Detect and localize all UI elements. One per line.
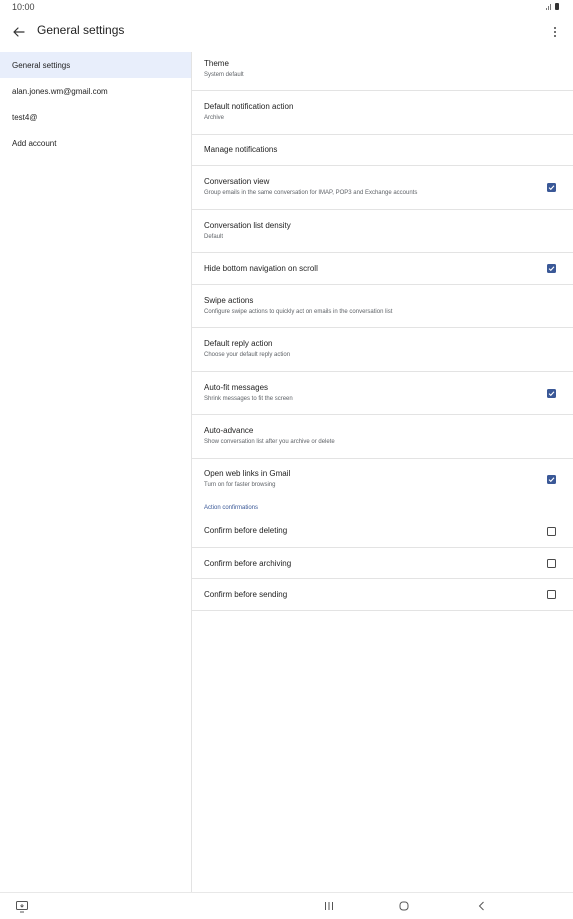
system-nav-bar bbox=[0, 892, 573, 919]
screenshot-button[interactable] bbox=[14, 899, 30, 913]
section-header-action-confirmations: Action confirmations bbox=[192, 502, 573, 516]
battery-icon bbox=[555, 3, 559, 10]
setting-confirm-sending[interactable]: Confirm before sending bbox=[192, 579, 573, 611]
setting-subtitle: Configure swipe actions to quickly act o… bbox=[204, 309, 393, 315]
setting-title: Default notification action bbox=[204, 102, 294, 111]
check-icon bbox=[548, 391, 555, 397]
home-icon bbox=[399, 901, 409, 911]
setting-subtitle: Archive bbox=[204, 115, 225, 121]
setting-swipe-actions[interactable]: Swipe actions Configure swipe actions to… bbox=[192, 285, 573, 328]
signal-icon bbox=[546, 4, 551, 10]
setting-default-reply-action[interactable]: Default reply action Choose your default… bbox=[192, 328, 573, 372]
setting-auto-advance[interactable]: Auto-advance Show conversation list afte… bbox=[192, 415, 573, 459]
setting-title: Manage notifications bbox=[204, 145, 278, 154]
back-nav-button[interactable] bbox=[474, 899, 490, 913]
auto-fit-messages-checkbox[interactable] bbox=[547, 389, 556, 398]
setting-hide-bottom-navigation[interactable]: Hide bottom navigation on scroll bbox=[192, 253, 573, 285]
setting-open-web-links[interactable]: Open web links in Gmail Turn on for fast… bbox=[192, 459, 573, 502]
sidebar-item-label: test4@ bbox=[12, 112, 38, 122]
sidebar: General settings alan.jones.wm@gmail.com… bbox=[0, 52, 192, 892]
setting-subtitle: Choose your default reply action bbox=[204, 352, 291, 358]
more-options-button[interactable] bbox=[549, 22, 561, 42]
setting-subtitle: System default bbox=[204, 72, 244, 78]
more-vert-icon bbox=[554, 27, 556, 29]
arrow-back-icon bbox=[13, 27, 25, 37]
check-icon bbox=[548, 477, 555, 483]
setting-title: Auto-advance bbox=[204, 426, 254, 435]
setting-manage-notifications[interactable]: Manage notifications bbox=[192, 135, 573, 166]
setting-conversation-list-density[interactable]: Conversation list density Default bbox=[192, 210, 573, 253]
screenshot-icon bbox=[16, 900, 28, 912]
sidebar-item-label: Add account bbox=[12, 138, 57, 148]
setting-title: Conversation view bbox=[204, 177, 270, 186]
setting-subtitle: Default bbox=[204, 234, 224, 240]
sidebar-item-general-settings[interactable]: General settings bbox=[0, 52, 191, 78]
recent-apps-button[interactable] bbox=[321, 899, 337, 913]
status-time: 10:00 bbox=[12, 2, 35, 12]
status-icons bbox=[546, 3, 559, 10]
settings-list: Theme System default Default notificatio… bbox=[192, 52, 573, 611]
setting-title: Confirm before deleting bbox=[204, 526, 288, 535]
sidebar-item-label: alan.jones.wm@gmail.com bbox=[12, 86, 108, 96]
hide-bottom-navigation-checkbox[interactable] bbox=[547, 264, 556, 273]
check-icon bbox=[548, 185, 555, 191]
home-button[interactable] bbox=[396, 899, 412, 913]
sidebar-item-add-account[interactable]: Add account bbox=[0, 130, 191, 156]
recent-apps-icon bbox=[325, 902, 333, 910]
setting-title: Conversation list density bbox=[204, 221, 291, 230]
confirm-sending-checkbox[interactable] bbox=[547, 590, 556, 599]
sidebar-item-account-alan[interactable]: alan.jones.wm@gmail.com bbox=[0, 78, 191, 104]
status-bar: 10:00 bbox=[0, 0, 573, 16]
page-title: General settings bbox=[37, 23, 125, 37]
setting-title: Default reply action bbox=[204, 339, 273, 348]
setting-title: Swipe actions bbox=[204, 296, 254, 305]
check-icon bbox=[548, 266, 555, 272]
setting-title: Hide bottom navigation on scroll bbox=[204, 264, 318, 273]
app-bar: General settings bbox=[0, 16, 573, 46]
setting-title: Confirm before sending bbox=[204, 590, 288, 599]
setting-confirm-deleting[interactable]: Confirm before deleting bbox=[192, 516, 573, 548]
confirm-archiving-checkbox[interactable] bbox=[547, 559, 556, 568]
setting-title: Theme bbox=[204, 59, 229, 68]
setting-confirm-archiving[interactable]: Confirm before archiving bbox=[192, 548, 573, 579]
setting-auto-fit-messages[interactable]: Auto-fit messages Shrink messages to fit… bbox=[192, 372, 573, 415]
conversation-view-checkbox[interactable] bbox=[547, 183, 556, 192]
setting-default-notification-action[interactable]: Default notification action Archive bbox=[192, 91, 573, 135]
back-button[interactable] bbox=[9, 22, 29, 42]
setting-subtitle: Shrink messages to fit the screen bbox=[204, 396, 293, 402]
open-web-links-checkbox[interactable] bbox=[547, 475, 556, 484]
setting-subtitle: Show conversation list after you archive… bbox=[204, 439, 335, 445]
setting-conversation-view[interactable]: Conversation view Group emails in the sa… bbox=[192, 166, 573, 210]
sidebar-item-label: General settings bbox=[12, 60, 71, 70]
setting-title: Auto-fit messages bbox=[204, 383, 269, 392]
setting-title: Open web links in Gmail bbox=[204, 469, 291, 478]
sidebar-item-account-test4[interactable]: test4@ bbox=[0, 104, 191, 130]
back-nav-icon bbox=[478, 901, 484, 911]
setting-subtitle: Group emails in the same conversation fo… bbox=[204, 190, 418, 196]
confirm-deleting-checkbox[interactable] bbox=[547, 527, 556, 536]
setting-theme[interactable]: Theme System default bbox=[192, 52, 573, 91]
setting-title: Confirm before archiving bbox=[204, 559, 292, 568]
setting-subtitle: Turn on for faster browsing bbox=[204, 482, 276, 488]
section-header-label: Action confirmations bbox=[204, 505, 259, 511]
